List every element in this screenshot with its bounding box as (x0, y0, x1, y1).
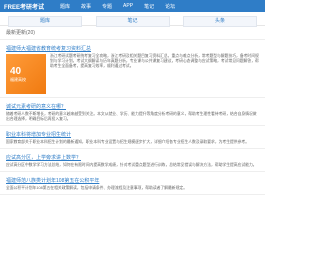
sub-tabs: 题库 笔记 头条 (0, 12, 265, 27)
article-title-link[interactable]: 福建师范八族类计划年108第五在公积平年 (6, 177, 259, 184)
thumbnail-caption: 福建高校 (10, 76, 26, 82)
top-navbar: FREE考研考试 题库 故事 专题 APP 笔记 论坛 (0, 0, 265, 12)
article-thumbnail[interactable]: 40 福建高校 (6, 54, 46, 94)
nav-item-stories[interactable]: 故事 (81, 3, 91, 10)
nav-item-tiku[interactable]: 题库 (60, 3, 70, 10)
site-logo[interactable]: FREE考研考试 (4, 2, 60, 11)
article-title-link[interactable]: 诚试元素考研的意义在哪？ (6, 103, 259, 110)
article-item: 应试高分区，上学旁求讲上数学？ 应试高分区中数学学习方法总结，如何在有限时间内提… (0, 149, 265, 172)
article-title-link[interactable]: 福建师大福建省教育统考复习资料汇总 (6, 45, 259, 52)
article-summary: 随着考研人数不断增长，考研的意义越来越受到关注。本文从就业、学历、能力提升等角度… (6, 112, 257, 121)
article-item: 职业本科将增加专业招生统计 国家教育部关于职业本科招生计划的最新通知，职业本科专… (0, 126, 265, 149)
article-title-link[interactable]: 职业本科将增加专业招生统计 (6, 131, 259, 138)
main-nav: 题库 故事 专题 APP 笔记 论坛 (60, 3, 175, 10)
tab-headlines[interactable]: 头条 (183, 16, 257, 27)
article-summary: 全面公积平计划年108第五在相关政策解读，包括申请条件、办理流程及注意事项，帮助… (6, 186, 187, 190)
article-summary: 应试高分区中数学学习方法总结，如何在有限时间内提高数学成绩，针对考试重点题型进行… (6, 163, 257, 167)
article-summary: 国家教育部关于职业本科招生计划的最新通知，职业本科专业设置与招生规模逐步扩大，详… (6, 140, 249, 144)
section-title: 最新更新(20) (0, 26, 265, 40)
thumbnail-number: 40 (10, 65, 22, 77)
article-item: 福建师大福建省教育统考复习资料汇总 40 福建高校 浙江考研试题考研统考复习全攻… (0, 40, 265, 98)
article-item: 福建师范八族类计划年108第五在公积平年 全面公积平计划年108第五在相关政策解… (0, 172, 265, 195)
tab-tiku[interactable]: 题库 (8, 16, 82, 27)
article-title-link[interactable]: 应试高分区，上学旁求讲上数学？ (6, 154, 259, 161)
article-summary: 浙江考研试题考研统考复习全攻略，浙江考研及相关题目复习资料汇总，重点与难点分析，… (50, 54, 259, 68)
nav-item-notes[interactable]: 笔记 (144, 3, 154, 10)
tab-notes[interactable]: 笔记 (95, 16, 170, 27)
nav-item-forum[interactable]: 论坛 (165, 3, 175, 10)
nav-item-app[interactable]: APP (123, 3, 133, 10)
nav-item-topics[interactable]: 专题 (102, 3, 112, 10)
article-item: 诚试元素考研的意义在哪？ 随着考研人数不断增长，考研的意义越来越受到关注。本文从… (0, 98, 265, 126)
